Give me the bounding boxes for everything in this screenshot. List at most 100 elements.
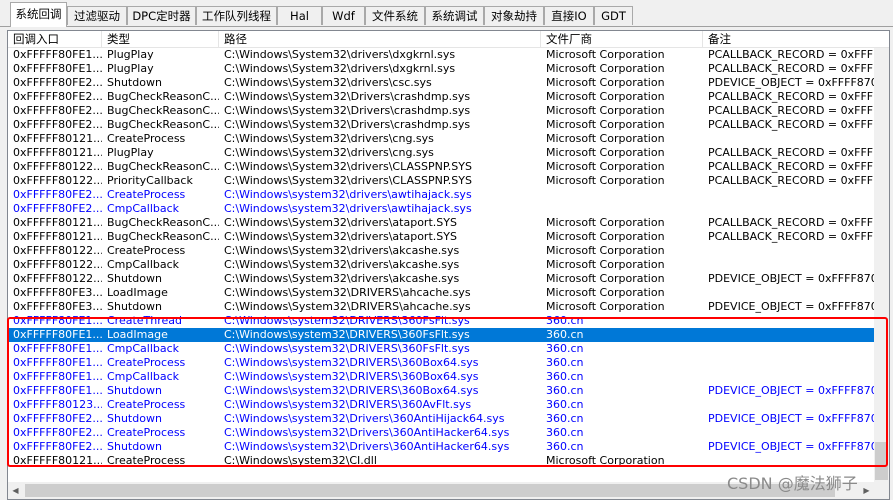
table-row[interactable]: 0xFFFFF80121... PlugPlay C:\Windows\System… xyxy=(8,146,874,160)
cell-entry: 0xFFFFF80FE2... xyxy=(13,118,102,131)
cell-entry: 0xFFFFF80FE1... xyxy=(13,314,102,327)
cell-vendor: 360.cn xyxy=(546,370,584,383)
cell-type: PlugPlay xyxy=(107,146,154,159)
cell-note: PCALLBACK_RECORD = 0xFFFF... xyxy=(708,216,874,229)
cell-path: C:\Windows\System32\drivers\CLASSPNP.SYS xyxy=(224,160,472,173)
column-header-path[interactable]: 路径 xyxy=(219,31,541,47)
cell-path: C:\Windows\system32\Drivers\360AntiHacke… xyxy=(224,426,510,439)
table-row[interactable]: 0xFFFFF80122... CmpCallback C:\Windows\Sys… xyxy=(8,258,874,272)
tab-object-hijack[interactable]: 对象劫持 xyxy=(484,6,544,25)
cell-type: BugCheckReasonC... xyxy=(107,216,219,229)
cell-note xyxy=(703,328,874,342)
table-row[interactable]: 0xFFFFF80123... CreateProcess C:\Windows\s… xyxy=(8,398,874,412)
table-row[interactable]: 0xFFFFF80FE1... CmpCallback C:\Windows\sys… xyxy=(8,370,874,384)
cell-entry: 0xFFFFF80122... xyxy=(13,272,102,285)
table-row[interactable]: 0xFFFFF80FE2... Shutdown C:\Windows\system… xyxy=(8,412,874,426)
cell-vendor: Microsoft Corporation xyxy=(546,132,665,145)
column-header-note[interactable]: 备注 xyxy=(703,31,889,47)
table-row[interactable]: 0xFFFFF80FE3... LoadImage C:\Windows\Syste… xyxy=(8,286,874,300)
table-row[interactable]: 0xFFFFF80FE1... CmpCallback C:\Windows\sys… xyxy=(8,342,874,356)
cell-vendor: Microsoft Corporation xyxy=(546,118,665,131)
table-row[interactable]: 0xFFFFF80FE3... Shutdown C:\Windows\System… xyxy=(8,300,874,314)
triangle-left-icon[interactable]: ◀ xyxy=(8,482,23,499)
cell-vendor: Microsoft Corporation xyxy=(546,62,665,75)
tab-filter-drivers[interactable]: 过滤驱动 xyxy=(67,6,127,25)
table-row[interactable]: 0xFFFFF80122... BugCheckReasonC... C:\Wind… xyxy=(8,160,874,174)
cell-type: BugCheckReasonC... xyxy=(107,160,219,173)
watermark: CSDN @魔法狮子 xyxy=(727,474,858,493)
table-row[interactable]: 0xFFFFF80121... CreateProcess C:\Windows\S… xyxy=(8,132,874,146)
cell-note xyxy=(703,188,874,202)
table-row[interactable]: 0xFFFFF80FE1... PlugPlay C:\Windows\System… xyxy=(8,48,874,62)
cell-type: PlugPlay xyxy=(107,48,154,61)
table-row[interactable]: 0xFFFFF80FE1... CreateThread C:\Windows\sy… xyxy=(8,314,874,328)
tab-work-queue-threads[interactable]: 工作队列线程 xyxy=(196,6,277,25)
table-row[interactable]: 0xFFFFF80122... PriorityCallback C:\Window… xyxy=(8,174,874,188)
horizontal-scroll-thumb[interactable] xyxy=(25,484,835,497)
cell-path: C:\Windows\System32\drivers\cng.sys xyxy=(224,146,434,159)
table-row[interactable]: 0xFFFFF80FE2... CreateProcess C:\Windows\s… xyxy=(8,188,874,202)
table-row[interactable]: 0xFFFFF80FE1... Shutdown C:\Windows\system… xyxy=(8,384,874,398)
tab-file-system[interactable]: 文件系统 xyxy=(365,6,425,25)
cell-note: PCALLBACK_RECORD = 0xFFFF... xyxy=(708,48,874,61)
cell-entry: 0xFFFFF80FE1... xyxy=(13,48,102,61)
table-row[interactable]: 0xFFFFF80FE2... CreateProcess C:\Windows\s… xyxy=(8,426,874,440)
cell-type: CmpCallback xyxy=(107,370,180,383)
table-row[interactable]: 0xFFFFF80FE1... CreateProcess C:\Windows\s… xyxy=(8,356,874,370)
cell-type: CreateProcess xyxy=(107,188,186,201)
cell-note xyxy=(703,314,874,328)
triangle-right-icon[interactable]: ▶ xyxy=(859,482,874,499)
tab-gdt[interactable]: GDT xyxy=(594,6,633,25)
table-row[interactable]: 0xFFFFF80FE1... LoadImage C:\Windows\syste… xyxy=(8,328,874,342)
cell-vendor: 360.cn xyxy=(546,314,584,327)
cell-vendor: 360.cn xyxy=(546,384,584,397)
cell-path: C:\Windows\system32\DRIVERS\360Box64.sys xyxy=(224,356,479,369)
tab-system-callbacks[interactable]: 系统回调 xyxy=(10,2,67,27)
cell-path: C:\Windows\system32\drivers\awtihajack.s… xyxy=(224,202,472,215)
tab-direct-io[interactable]: 直接IO xyxy=(544,6,594,25)
cell-vendor: 360.cn xyxy=(546,398,584,411)
table-row[interactable]: 0xFFFFF80FE2... BugCheckReasonC... C:\Wind… xyxy=(8,118,874,132)
cell-entry: 0xFFFFF80121... xyxy=(13,454,102,467)
cell-entry: 0xFFFFF80122... xyxy=(13,258,102,271)
cell-note xyxy=(703,454,874,468)
cell-note xyxy=(703,370,874,384)
cell-note: PDEVICE_OBJECT = 0xFFFF8704... xyxy=(708,440,874,453)
cell-vendor: 360.cn xyxy=(546,342,584,355)
table-row[interactable]: 0xFFFFF80122... CreateProcess C:\Windows\S… xyxy=(8,244,874,258)
column-header-entry[interactable]: 回调入口 xyxy=(8,31,102,47)
cell-type: Shutdown xyxy=(107,272,162,285)
cell-vendor: Microsoft Corporation xyxy=(546,90,665,103)
vertical-scrollbar[interactable] xyxy=(874,48,889,482)
tab-dpc-timers[interactable]: DPC定时器 xyxy=(127,6,196,25)
table-row[interactable]: 0xFFFFF80FE2... Shutdown C:\Windows\system… xyxy=(8,440,874,454)
cell-path: C:\Windows\System32\drivers\dxgkrnl.sys xyxy=(224,62,456,75)
vertical-scroll-thumb[interactable] xyxy=(875,442,888,480)
tab-system-debug[interactable]: 系统调试 xyxy=(425,6,484,25)
cell-note xyxy=(703,244,874,258)
table-row[interactable]: 0xFFFFF80FE2... Shutdown C:\Windows\System… xyxy=(8,76,874,90)
cell-path: C:\Windows\System32\drivers\ataport.SYS xyxy=(224,216,457,229)
cell-path: C:\Windows\System32\drivers\CLASSPNP.SYS xyxy=(224,174,472,187)
callback-list[interactable]: 回调入口 类型 路径 文件厂商 备注 0xFFFFF80FE1... PlugPl… xyxy=(7,30,890,500)
cell-path: C:\Windows\System32\DRIVERS\ahcache.sys xyxy=(224,300,471,313)
column-header-type[interactable]: 类型 xyxy=(102,31,219,47)
table-row[interactable]: 0xFFFFF80FE2... BugCheckReasonC... C:\Wind… xyxy=(8,104,874,118)
table-row[interactable]: 0xFFFFF80122... Shutdown C:\Windows\System… xyxy=(8,272,874,286)
table-row[interactable]: 0xFFFFF80FE2... CmpCallback C:\Windows\sys… xyxy=(8,202,874,216)
table-row[interactable]: 0xFFFFF80FE1... PlugPlay C:\Windows\System… xyxy=(8,62,874,76)
table-row[interactable]: 0xFFFFF80121... CreateProcess C:\Windows\s… xyxy=(8,454,874,468)
cell-vendor: 360.cn xyxy=(546,412,584,425)
table-row[interactable]: 0xFFFFF80121... BugCheckReasonC... C:\Wind… xyxy=(8,230,874,244)
cell-entry: 0xFFFFF80121... xyxy=(13,146,102,159)
cell-path: C:\Windows\System32\drivers\csc.sys xyxy=(224,76,432,89)
tab-wdf[interactable]: Wdf xyxy=(322,6,365,25)
column-header-vendor[interactable]: 文件厂商 xyxy=(541,31,703,47)
cell-note: PDEVICE_OBJECT = 0xFFFF8704... xyxy=(708,300,874,313)
cell-type: PlugPlay xyxy=(107,62,154,75)
tab-hal[interactable]: Hal xyxy=(277,6,322,25)
table-row[interactable]: 0xFFFFF80121... BugCheckReasonC... C:\Wind… xyxy=(8,216,874,230)
table-row[interactable]: 0xFFFFF80FE2... BugCheckReasonC... C:\Wind… xyxy=(8,90,874,104)
cell-type: BugCheckReasonC... xyxy=(107,104,219,117)
cell-type: Shutdown xyxy=(107,384,162,397)
